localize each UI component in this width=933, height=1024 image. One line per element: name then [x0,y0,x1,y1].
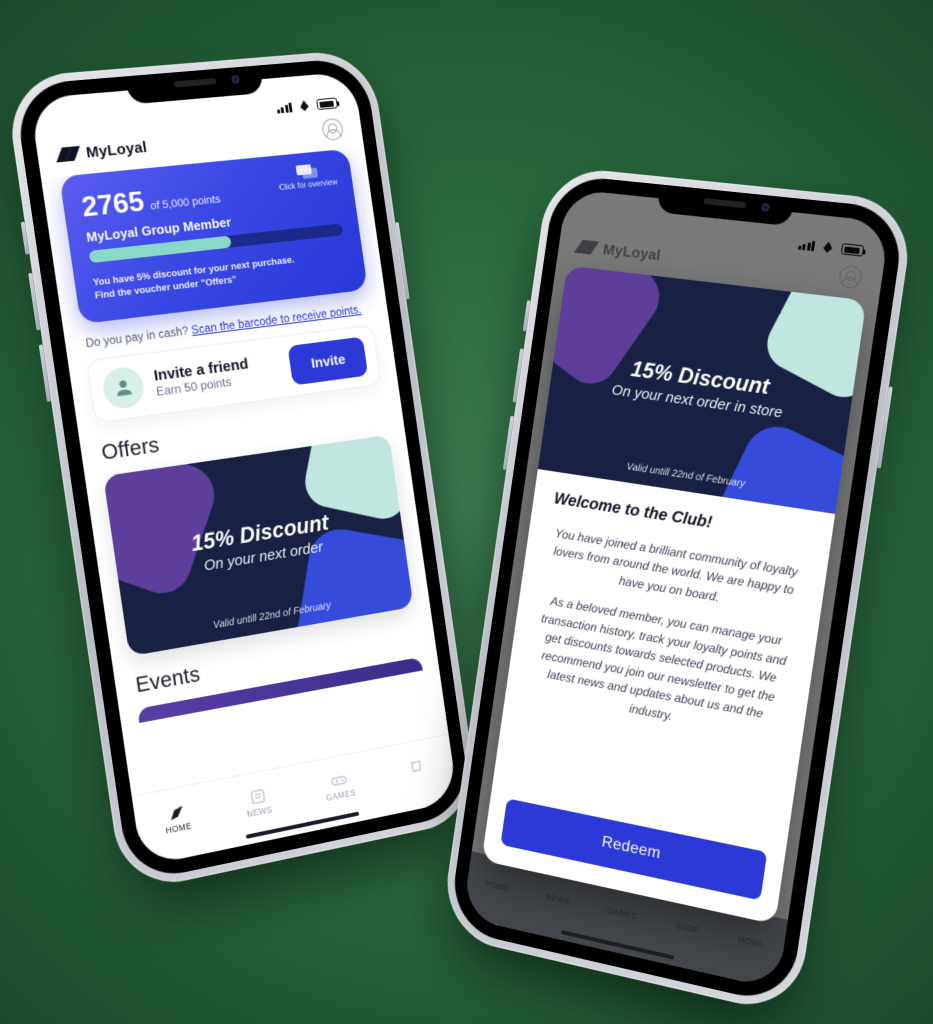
profile-icon [838,265,863,290]
invite-sub: Earn 50 points [155,372,251,398]
invite-title: Invite a friend [153,356,250,385]
tab-news[interactable]: NEWS [244,785,273,819]
brand-name: MyLoyal [85,138,148,161]
phone-right: MyLoyal HOME NEWS GAMES SHOP MORE [440,165,916,1016]
wifi-icon [297,100,313,112]
signal-icon [798,239,816,251]
tab-games[interactable]: GAMES [323,769,357,803]
points-card[interactable]: Click for overview 2765 of 5,000 points … [59,149,368,324]
brand[interactable]: MyLoyal [57,138,148,164]
invite-button[interactable]: Invite [288,336,368,385]
volume-up [28,273,40,331]
games-icon [327,770,350,792]
phone-left: MyLoyal Click for overview 2765 of 5,000… [4,48,481,893]
cards-icon [295,164,317,180]
hero-sub: On your next order in store [611,381,784,421]
battery-icon [841,243,865,257]
offer-valid: Valid untill 22nd of February [212,600,331,631]
battery-icon [316,97,338,110]
mute-switch [523,300,531,331]
tab-more: MORE [737,935,764,950]
wifi-icon [820,241,837,254]
tab-home[interactable]: HOME [162,801,192,835]
home-icon [165,802,189,824]
offer-sheet: 15% Discount On your next order in store… [481,266,866,925]
progress-fill [88,236,231,264]
sheet-body: Welcome to the Club! You have joined a b… [491,469,835,856]
discount-note: You have 5% discount for your next purch… [92,249,349,304]
avatar-icon [101,365,146,411]
shape-mint [758,266,866,407]
signal-icon [276,102,293,113]
mute-switch [21,222,30,255]
points-value: 2765 [80,185,146,224]
shape-purple [103,434,222,600]
person-icon [111,375,136,400]
shape-blue [696,415,866,514]
tab-shop: SHOP [674,921,699,935]
volume-down [39,344,51,402]
offer-card[interactable]: 15% Discount On your next order Valid un… [103,434,413,656]
welcome-p2: As a beloved member, you can manage your… [525,591,795,746]
points-cap: of 5,000 points [150,193,222,212]
invite-text: Invite a friend Earn 50 points [153,356,252,399]
tab-extra[interactable] [405,754,429,786]
home-indicator [246,812,359,839]
bag-icon [405,754,427,775]
volume-up [512,348,523,402]
brand-logo-icon [57,146,81,162]
profile-icon[interactable] [321,118,344,141]
power-button [877,386,893,468]
home-scroll[interactable]: Click for overview 2765 of 5,000 points … [41,147,448,796]
news-icon [246,786,270,808]
stage: MyLoyal Click for overview 2765 of 5,000… [0,0,933,1024]
volume-down [503,416,514,470]
